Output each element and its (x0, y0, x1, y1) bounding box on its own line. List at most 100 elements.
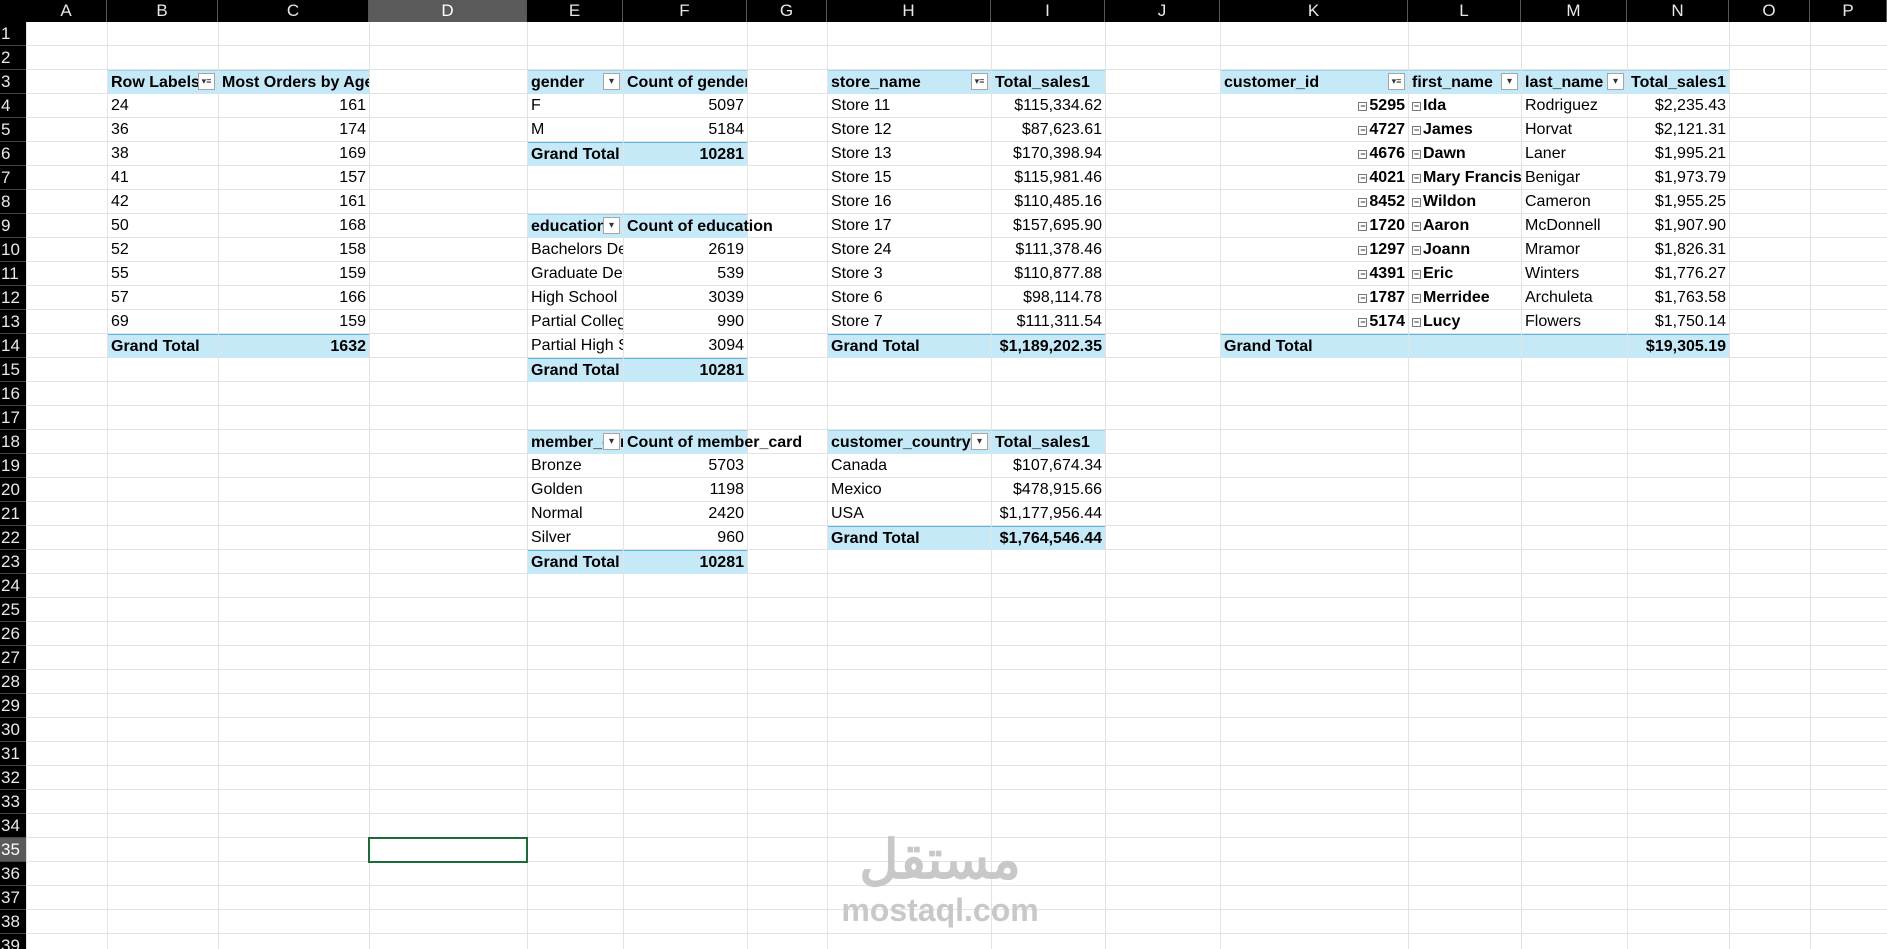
pivot-row-value[interactable]: 5184 (624, 118, 747, 142)
pivot-row-value[interactable]: $110,877.88 (992, 262, 1105, 286)
collapse-icon[interactable]: − (1358, 294, 1368, 303)
row-header-17[interactable]: 17 (0, 406, 26, 430)
customer-id-cell[interactable]: −4391 (1221, 262, 1408, 286)
column-header-h[interactable]: H (827, 0, 991, 22)
pivot-row-value[interactable]: $115,334.62 (992, 94, 1105, 118)
last-name-cell[interactable]: Rodriguez (1522, 94, 1627, 118)
total-sales-cell[interactable]: $1,776.27 (1628, 262, 1729, 286)
pivot-row-label[interactable]: Partial High School (528, 334, 623, 358)
pivot-row-label[interactable]: Store 13 (828, 142, 991, 166)
pivot-row-label[interactable]: 55 (108, 262, 218, 286)
pivot-row-value[interactable]: $170,398.94 (992, 142, 1105, 166)
total-sales-cell[interactable]: $1,750.14 (1628, 310, 1729, 334)
filter-dropdown-button[interactable]: ▾ (603, 217, 620, 234)
collapse-icon[interactable]: − (1358, 150, 1368, 159)
row-header-19[interactable]: 19 (0, 454, 26, 478)
customer-id-cell[interactable]: −1720 (1221, 214, 1408, 238)
row-header-24[interactable]: 24 (0, 574, 26, 598)
pivot-row-value[interactable]: 3094 (624, 334, 747, 358)
collapse-icon[interactable]: − (1412, 102, 1421, 111)
row-header-37[interactable]: 37 (0, 886, 26, 910)
collapse-icon[interactable]: − (1358, 126, 1368, 135)
row-header-15[interactable]: 15 (0, 358, 26, 382)
customer-id-cell[interactable]: −4676 (1221, 142, 1408, 166)
pivot-row-value[interactable]: 5097 (624, 94, 747, 118)
pivot-row-value[interactable]: 3039 (624, 286, 747, 310)
collapse-icon[interactable]: − (1358, 102, 1368, 111)
collapse-icon[interactable]: − (1412, 246, 1421, 255)
collapse-icon[interactable]: − (1358, 270, 1368, 279)
row-header-1[interactable]: 1 (0, 22, 26, 46)
pivot-row-value[interactable]: 174 (219, 118, 369, 142)
pivot-row-label[interactable]: Store 12 (828, 118, 991, 142)
column-header-k[interactable]: K (1220, 0, 1408, 22)
total-sales-cell[interactable]: $1,973.79 (1628, 166, 1729, 190)
pivot-row-value[interactable]: $98,114.78 (992, 286, 1105, 310)
row-header-21[interactable]: 21 (0, 502, 26, 526)
pivot-row-label[interactable]: Mexico (828, 478, 991, 502)
pivot-row-value[interactable]: 157 (219, 166, 369, 190)
row-header-25[interactable]: 25 (0, 598, 26, 622)
pivot-row-value[interactable]: 161 (219, 190, 369, 214)
customer-id-cell[interactable]: −4021 (1221, 166, 1408, 190)
column-header-d[interactable]: D (369, 0, 527, 22)
last-name-cell[interactable]: Benigar (1522, 166, 1627, 190)
filter-dropdown-button[interactable]: ▾≡ (198, 73, 215, 90)
pivot-row-label[interactable]: High School Degree (528, 286, 623, 310)
column-header-f[interactable]: F (623, 0, 747, 22)
pivot-row-label[interactable]: Store 17 (828, 214, 991, 238)
collapse-icon[interactable]: − (1412, 318, 1421, 327)
pivot-row-value[interactable]: 990 (624, 310, 747, 334)
pivot-row-label[interactable]: Store 11 (828, 94, 991, 118)
row-header-20[interactable]: 20 (0, 478, 26, 502)
filter-dropdown-button[interactable]: ▾≡ (1388, 73, 1405, 90)
row-header-33[interactable]: 33 (0, 790, 26, 814)
row-header-14[interactable]: 14 (0, 334, 26, 358)
row-header-5[interactable]: 5 (0, 118, 26, 142)
filter-dropdown-button[interactable]: ▾ (971, 433, 988, 450)
last-name-cell[interactable]: Horvat (1522, 118, 1627, 142)
total-sales-cell[interactable]: $1,907.90 (1628, 214, 1729, 238)
pivot-row-value[interactable]: $107,674.34 (992, 454, 1105, 478)
pivot-row-label[interactable]: 41 (108, 166, 218, 190)
collapse-icon[interactable]: − (1358, 318, 1368, 327)
pivot-row-label[interactable]: Store 15 (828, 166, 991, 190)
customer-id-cell[interactable]: −5174 (1221, 310, 1408, 334)
first-name-cell[interactable]: − Mary Francis (1409, 166, 1521, 190)
column-header-i[interactable]: I (991, 0, 1105, 22)
pivot-row-label[interactable]: Canada (828, 454, 991, 478)
pivot-row-value[interactable]: 158 (219, 238, 369, 262)
customer-id-cell[interactable]: −8452 (1221, 190, 1408, 214)
row-header-30[interactable]: 30 (0, 718, 26, 742)
column-header-g[interactable]: G (747, 0, 827, 22)
filter-dropdown-button[interactable]: ▾ (1607, 73, 1624, 90)
select-all-corner[interactable] (0, 0, 26, 22)
pivot-row-value[interactable]: 2420 (624, 502, 747, 526)
row-header-6[interactable]: 6 (0, 142, 26, 166)
row-header-31[interactable]: 31 (0, 742, 26, 766)
collapse-icon[interactable]: − (1412, 294, 1421, 303)
row-header-39[interactable]: 39 (0, 934, 26, 949)
pivot-row-label[interactable]: Store 6 (828, 286, 991, 310)
last-name-cell[interactable]: Laner (1522, 142, 1627, 166)
first-name-cell[interactable]: − Lucy (1409, 310, 1521, 334)
last-name-cell[interactable]: Cameron (1522, 190, 1627, 214)
pivot-row-label[interactable]: 38 (108, 142, 218, 166)
pivot-row-label[interactable]: Bachelors Degree (528, 238, 623, 262)
row-header-18[interactable]: 18 (0, 430, 26, 454)
row-header-26[interactable]: 26 (0, 622, 26, 646)
last-name-cell[interactable]: Winters (1522, 262, 1627, 286)
pivot-row-label[interactable]: 52 (108, 238, 218, 262)
first-name-cell[interactable]: − Aaron (1409, 214, 1521, 238)
pivot-row-value[interactable]: 159 (219, 262, 369, 286)
pivot-row-label[interactable]: Partial College (528, 310, 623, 334)
row-header-32[interactable]: 32 (0, 766, 26, 790)
customer-id-cell[interactable]: −5295 (1221, 94, 1408, 118)
row-header-7[interactable]: 7 (0, 166, 26, 190)
pivot-row-label[interactable]: 36 (108, 118, 218, 142)
first-name-cell[interactable]: − Joann (1409, 238, 1521, 262)
row-header-12[interactable]: 12 (0, 286, 26, 310)
collapse-icon[interactable]: − (1358, 198, 1368, 207)
total-sales-cell[interactable]: $1,955.25 (1628, 190, 1729, 214)
pivot-row-value[interactable]: $87,623.61 (992, 118, 1105, 142)
